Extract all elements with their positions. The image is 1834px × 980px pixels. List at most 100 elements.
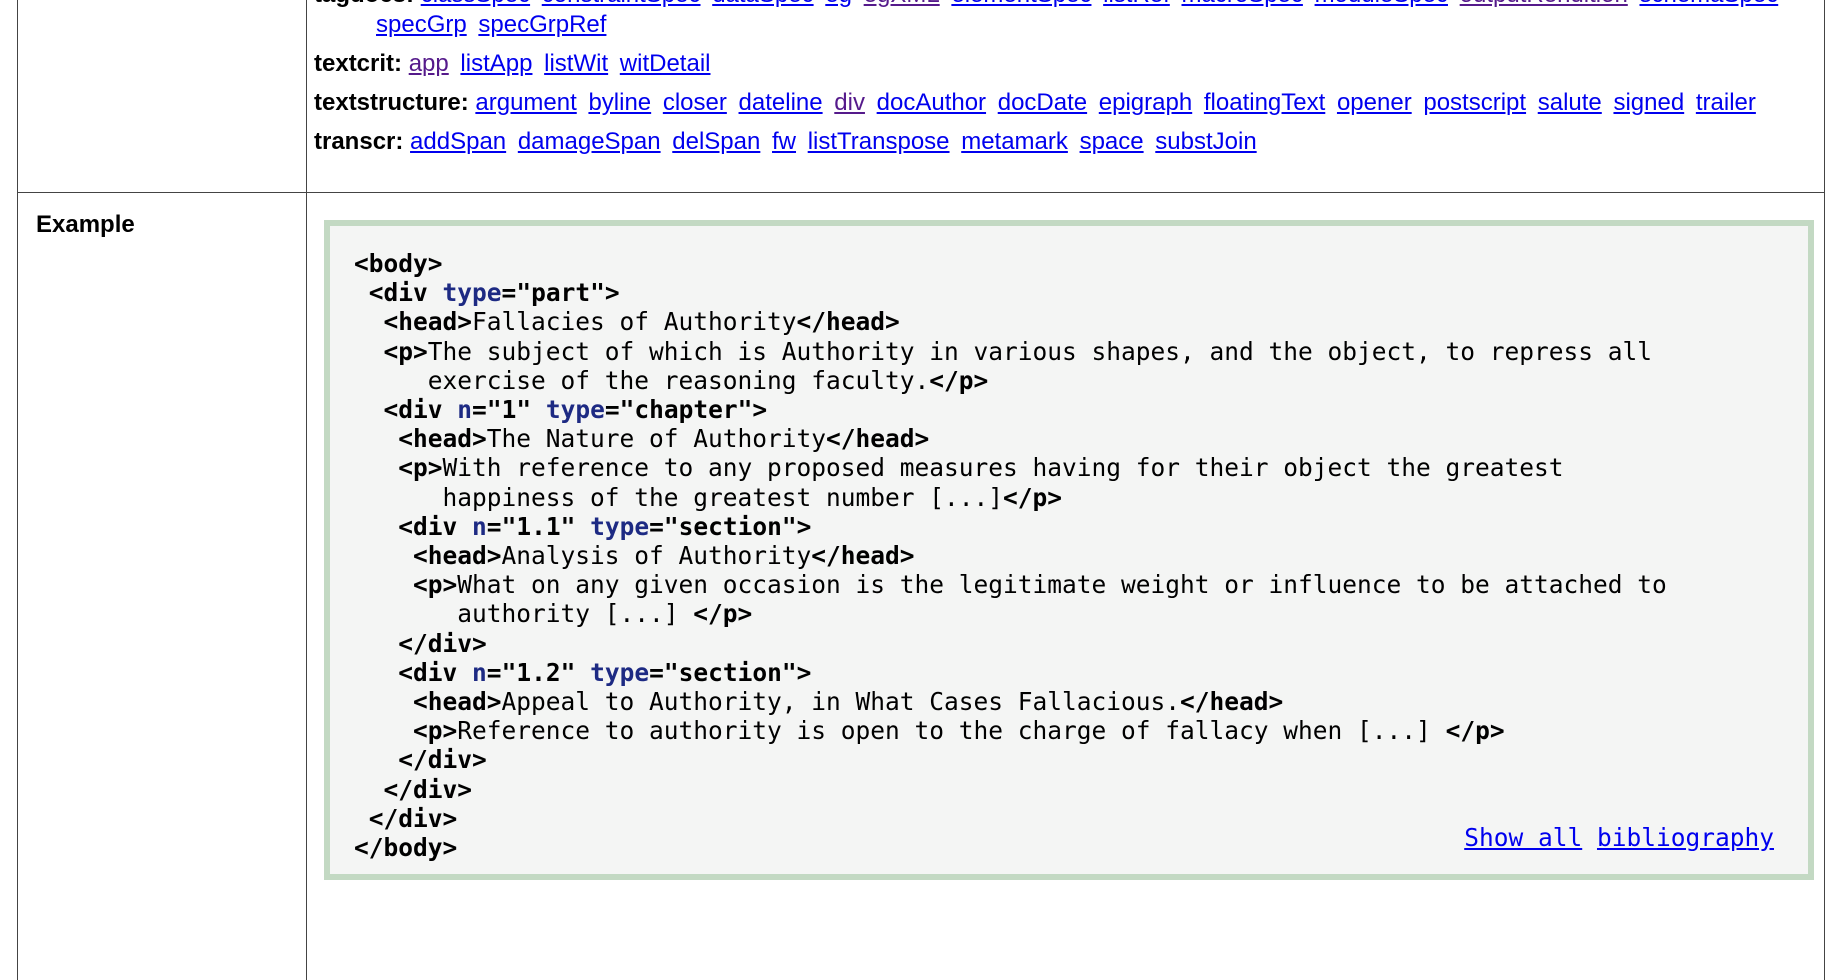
module-row: textcrit: app listApp listWit witDetail (314, 49, 1814, 79)
element-link[interactable]: elementSpec (951, 0, 1091, 8)
code-token: </div> (398, 628, 487, 658)
element-link[interactable]: eg (825, 0, 852, 8)
element-link[interactable]: trailer (1696, 89, 1756, 116)
element-link[interactable]: listTranspose (808, 128, 950, 155)
element-link[interactable]: egXML (864, 0, 940, 8)
code-token: exercise of the reasoning faculty. (354, 365, 930, 395)
element-link[interactable]: docDate (998, 89, 1087, 116)
module-name: transcr: (314, 128, 404, 155)
code-token: "1.2" (501, 657, 591, 687)
code-token: <p> (383, 336, 428, 366)
element-link[interactable]: salute (1538, 89, 1602, 116)
element-link[interactable]: floatingText (1204, 89, 1325, 116)
example-links: Show all bibliography (1464, 823, 1774, 852)
element-link[interactable]: specGrpRef (478, 11, 606, 38)
code-token: </head> (826, 424, 930, 454)
element-link[interactable]: damageSpan (518, 128, 661, 155)
code-line: <p>What on any given occasion is the leg… (354, 570, 1667, 599)
code-line: <div n="1.1" type="section"> (354, 512, 811, 541)
code-token: > (752, 395, 768, 425)
code-token: </head> (811, 541, 915, 571)
code-token: <p> (413, 570, 458, 600)
code-token: authority [...] (354, 599, 694, 629)
example-label: Example (36, 211, 135, 238)
element-link[interactable]: moduleSpec (1315, 0, 1448, 8)
code-token: <head> (383, 307, 473, 337)
element-link[interactable]: constraintSpec (542, 0, 701, 8)
code-line: <body> (354, 249, 443, 278)
code-token: = (501, 278, 517, 308)
code-line: <div type="part"> (354, 278, 620, 307)
code-token: <head> (413, 687, 502, 717)
element-link[interactable]: opener (1337, 89, 1412, 116)
element-link[interactable]: space (1080, 128, 1144, 155)
bibliography-link[interactable]: bibliography (1597, 823, 1774, 852)
code-line: <head>Analysis of Authority</head> (354, 541, 915, 570)
code-token: <p> (413, 716, 458, 746)
element-link[interactable]: dateline (739, 89, 823, 116)
code-token: </head> (796, 307, 900, 337)
code-token: Fallacies of Authority (472, 307, 797, 337)
code-token: </div> (398, 745, 487, 775)
element-link[interactable]: witDetail (620, 50, 711, 77)
element-link[interactable]: docAuthor (877, 89, 986, 116)
code-token: </p> (1003, 482, 1063, 512)
element-link[interactable]: schemaSpec (1639, 0, 1778, 8)
code-token: = (472, 395, 487, 425)
element-link[interactable]: delSpan (672, 128, 760, 155)
code-token: <head> (398, 424, 487, 454)
code-token: </body> (354, 833, 458, 863)
code-token: <p> (398, 453, 443, 483)
element-link[interactable]: argument (475, 89, 576, 116)
element-link[interactable]: postscript (1423, 89, 1526, 116)
element-link[interactable]: outputRendition (1460, 0, 1628, 8)
element-link[interactable]: epigraph (1099, 89, 1192, 116)
element-link[interactable]: listApp (460, 50, 532, 77)
code-token: = (649, 657, 664, 687)
code-line: <div n="1.2" type="section"> (354, 658, 811, 687)
code-line: <head>Fallacies of Authority</head> (354, 307, 900, 336)
code-line: </div> (354, 745, 487, 774)
code-token: "chapter" (619, 395, 753, 425)
element-link[interactable]: listRef (1103, 0, 1170, 8)
element-link[interactable]: div (834, 89, 865, 116)
element-link[interactable]: listWit (544, 50, 608, 77)
code-token: "section" (663, 511, 797, 541)
code-token: "1.1" (501, 511, 591, 541)
show-all-link[interactable]: Show all (1464, 823, 1582, 852)
code-token: type (590, 657, 650, 687)
element-link[interactable]: byline (588, 89, 651, 116)
code-line: </body> (354, 833, 457, 862)
element-link[interactable]: signed (1613, 89, 1684, 116)
element-link[interactable]: addSpan (410, 128, 506, 155)
element-link[interactable]: closer (663, 89, 727, 116)
element-link[interactable]: app (409, 50, 449, 77)
element-link[interactable]: dataSpec (712, 0, 813, 8)
module-list: tagdocs: classSpec constraintSpec dataSp… (314, 0, 1814, 157)
element-link[interactable]: fw (772, 128, 796, 155)
code-token: Reference to authority is open to the ch… (457, 716, 1446, 746)
code-token: The Nature of Authority (486, 424, 827, 454)
element-link[interactable]: specGrp (376, 11, 467, 38)
code-token: > (604, 278, 620, 308)
code-token: Appeal to Authority, in What Cases Falla… (501, 687, 1181, 717)
element-link[interactable]: macroSpec (1182, 0, 1303, 8)
code-token: <div (398, 657, 473, 687)
element-link[interactable]: classSpec (421, 0, 530, 8)
code-line: <head>Appeal to Authority, in What Cases… (354, 687, 1283, 716)
element-link[interactable]: substJoin (1155, 128, 1256, 155)
module-list-cell: tagdocs: classSpec constraintSpec dataSp… (314, 0, 1814, 157)
code-token: </div> (383, 774, 473, 804)
code-line: <div n="1" type="chapter"> (354, 395, 768, 425)
element-link[interactable]: metamark (961, 128, 1068, 155)
